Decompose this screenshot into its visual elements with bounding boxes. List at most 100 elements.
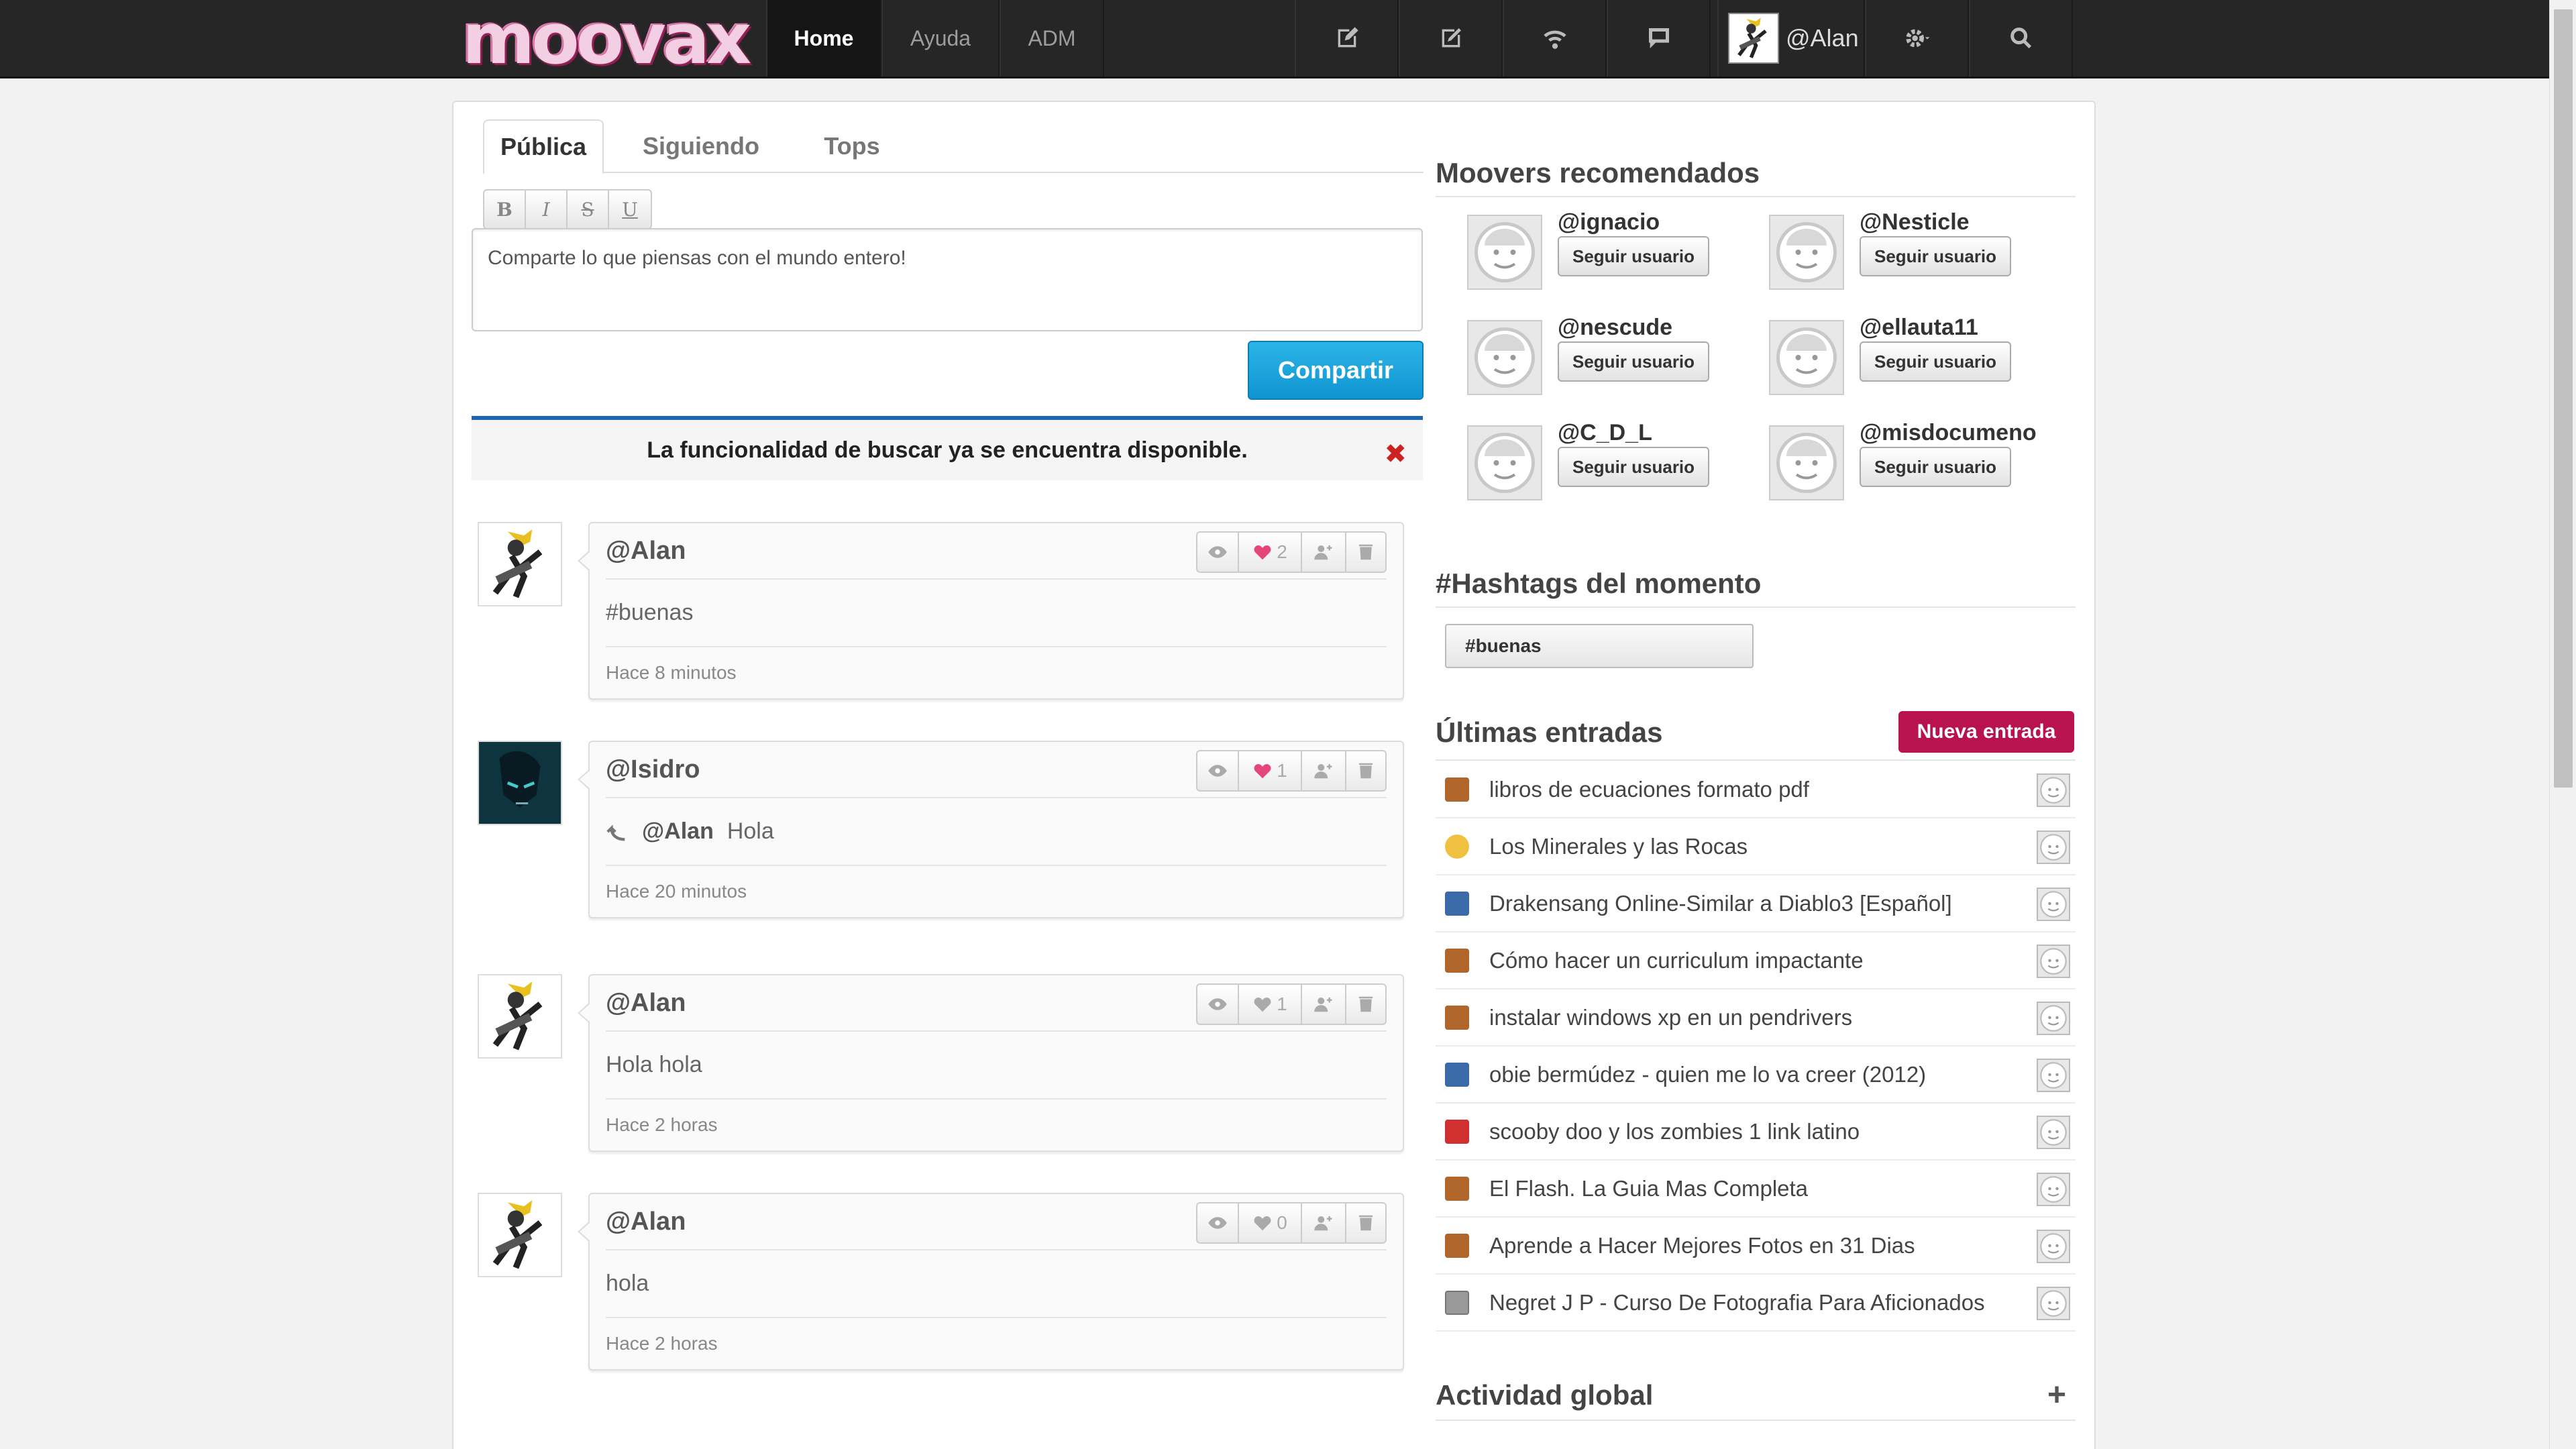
mover-name[interactable]: @C_D_L — [1558, 420, 1652, 446]
view-icon[interactable] — [1197, 1203, 1239, 1242]
add-user-icon[interactable] — [1302, 533, 1346, 572]
entry-item[interactable]: instalar windows xp en un pendrivers — [1436, 989, 2076, 1046]
entry-title[interactable]: instalar windows xp en un pendrivers — [1489, 1005, 1852, 1030]
mover-avatar[interactable] — [1769, 215, 1844, 290]
hashtag-tag[interactable]: #buenas — [1445, 624, 1754, 668]
entry-item[interactable]: Aprende a Hacer Mejores Fotos en 31 Dias — [1436, 1218, 2076, 1275]
chat-icon[interactable] — [1607, 0, 1711, 76]
entry-title[interactable]: obie bermúdez - quien me lo va creer (20… — [1489, 1062, 1926, 1087]
reply-mention[interactable]: @Alan — [642, 818, 714, 845]
search-icon[interactable] — [1969, 0, 2073, 76]
mover-avatar[interactable] — [1467, 320, 1542, 395]
entry-item[interactable]: Drakensang Online-Similar a Diablo3 [Esp… — [1436, 875, 2076, 932]
entry-title[interactable]: scooby doo y los zombies 1 link latino — [1489, 1119, 1860, 1144]
author-avatar[interactable] — [2037, 1173, 2070, 1206]
new-entry-button[interactable]: Nueva entrada — [1898, 711, 2074, 753]
nav-adm[interactable]: ADM — [1000, 0, 1104, 76]
post-username[interactable]: @Alan — [606, 537, 686, 566]
post-username[interactable]: @Alan — [606, 1208, 686, 1236]
entry-title[interactable]: libros de ecuaciones formato pdf — [1489, 777, 1809, 802]
follow-button[interactable]: Seguir usuario — [1860, 236, 2012, 276]
view-icon[interactable] — [1197, 751, 1239, 790]
moovax-logo[interactable]: moovax — [451, 0, 759, 80]
share-button[interactable]: Compartir — [1248, 341, 1424, 400]
compose-icon[interactable] — [1295, 0, 1399, 76]
tab-siguiendo[interactable]: Siguiendo — [624, 119, 778, 173]
entry-title[interactable]: Drakensang Online-Similar a Diablo3 [Esp… — [1489, 891, 1952, 916]
post-avatar[interactable] — [478, 1193, 562, 1277]
trash-icon[interactable] — [1346, 985, 1385, 1024]
entry-title[interactable]: Los Minerales y las Rocas — [1489, 834, 1748, 859]
tab-publica[interactable]: Pública — [483, 119, 604, 174]
mover-name[interactable]: @nescude — [1558, 315, 1672, 341]
follow-button[interactable]: Seguir usuario — [1558, 447, 1710, 487]
edit-icon[interactable] — [1399, 0, 1503, 76]
italic-button[interactable]: I — [526, 191, 568, 228]
add-user-icon[interactable] — [1302, 985, 1346, 1024]
follow-button[interactable]: Seguir usuario — [1860, 341, 2012, 382]
entry-title[interactable]: Cómo hacer un curriculum impactante — [1489, 948, 1864, 973]
mover-avatar[interactable] — [1769, 425, 1844, 500]
entry-title[interactable]: Aprende a Hacer Mejores Fotos en 31 Dias — [1489, 1233, 1915, 1258]
post-avatar[interactable] — [478, 522, 562, 606]
post-avatar[interactable] — [478, 974, 562, 1059]
strike-button[interactable]: S — [568, 191, 609, 228]
author-avatar[interactable] — [2037, 1230, 2070, 1263]
author-avatar[interactable] — [2037, 773, 2070, 807]
underline-button[interactable]: U — [609, 191, 651, 228]
entry-item[interactable]: scooby doo y los zombies 1 link latino — [1436, 1104, 2076, 1161]
add-user-icon[interactable] — [1302, 751, 1346, 790]
like-button[interactable]: 1 — [1239, 985, 1302, 1024]
post-username[interactable]: @Alan — [606, 989, 686, 1018]
follow-button[interactable]: Seguir usuario — [1860, 447, 2012, 487]
author-avatar[interactable] — [2037, 1116, 2070, 1149]
like-button[interactable]: 0 — [1239, 1203, 1302, 1242]
view-icon[interactable] — [1197, 985, 1239, 1024]
page-scrollbar[interactable] — [2549, 0, 2576, 1449]
entry-item[interactable]: Los Minerales y las Rocas — [1436, 818, 2076, 875]
scroll-thumb[interactable] — [2554, 9, 2573, 788]
add-user-icon[interactable] — [1302, 1203, 1346, 1242]
like-button[interactable]: 2 — [1239, 533, 1302, 572]
gear-icon[interactable] — [1865, 0, 1969, 76]
post-username[interactable]: @Isidro — [606, 755, 700, 784]
post-textarea[interactable]: Comparte lo que piensas con el mundo ent… — [472, 228, 1423, 331]
entry-item[interactable]: Cómo hacer un curriculum impactante — [1436, 932, 2076, 989]
mover-name[interactable]: @Nesticle — [1860, 209, 1970, 235]
trash-icon[interactable] — [1346, 533, 1385, 572]
wifi-icon[interactable] — [1503, 0, 1607, 76]
author-avatar[interactable] — [2037, 945, 2070, 978]
entry-title[interactable]: Negret J P - Curso De Fotografia Para Af… — [1489, 1290, 1985, 1316]
mover-avatar[interactable] — [1467, 425, 1542, 500]
follow-button[interactable]: Seguir usuario — [1558, 341, 1710, 382]
user-menu[interactable]: @Alan — [1717, 0, 1865, 76]
post-avatar[interactable] — [478, 741, 562, 825]
author-avatar[interactable] — [2037, 1002, 2070, 1035]
follow-button[interactable]: Seguir usuario — [1558, 236, 1710, 276]
author-avatar[interactable] — [2037, 1287, 2070, 1320]
author-avatar[interactable] — [2037, 888, 2070, 921]
like-button[interactable]: 1 — [1239, 751, 1302, 790]
view-icon[interactable] — [1197, 533, 1239, 572]
mover-avatar[interactable] — [1769, 320, 1844, 395]
close-icon[interactable]: ✖ — [1384, 439, 1407, 470]
entry-item[interactable]: obie bermúdez - quien me lo va creer (20… — [1436, 1046, 2076, 1104]
entry-item[interactable]: Negret J P - Curso De Fotografia Para Af… — [1436, 1275, 2076, 1332]
mover-avatar[interactable] — [1467, 215, 1542, 290]
trash-icon[interactable] — [1346, 751, 1385, 790]
bold-button[interactable]: B — [484, 191, 526, 228]
mover-name[interactable]: @misdocumeno — [1860, 420, 2037, 446]
game-icon — [1445, 1119, 1469, 1144]
author-avatar[interactable] — [2037, 830, 2070, 864]
mover-name[interactable]: @ignacio — [1558, 209, 1660, 235]
entry-item[interactable]: libros de ecuaciones formato pdf — [1436, 761, 2076, 818]
nav-ayuda[interactable]: Ayuda — [881, 0, 1000, 76]
trash-icon[interactable] — [1346, 1203, 1385, 1242]
entry-title[interactable]: El Flash. La Guia Mas Completa — [1489, 1176, 1808, 1201]
nav-home[interactable]: Home — [766, 0, 881, 76]
entry-item[interactable]: El Flash. La Guia Mas Completa — [1436, 1161, 2076, 1218]
author-avatar[interactable] — [2037, 1059, 2070, 1092]
tab-tops[interactable]: Tops — [798, 119, 906, 173]
mover-name[interactable]: @ellauta11 — [1860, 315, 1978, 341]
expand-plus-icon[interactable]: + — [2047, 1377, 2066, 1413]
